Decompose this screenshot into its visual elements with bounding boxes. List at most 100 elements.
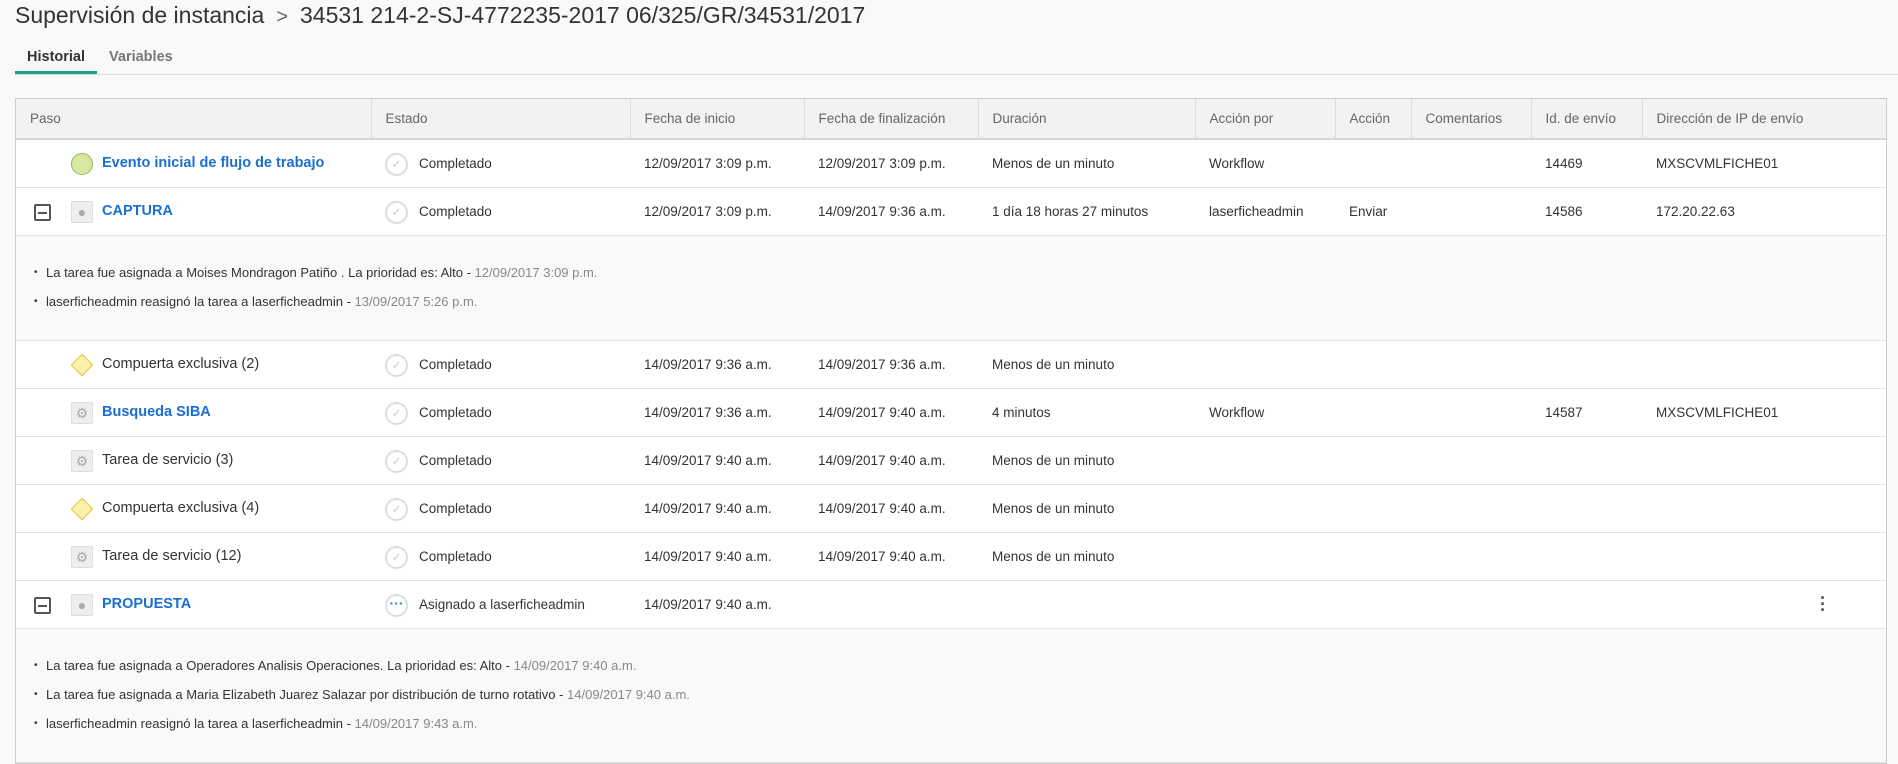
table-row: Evento inicial de flujo de trabajo ✓ Compl… xyxy=(16,139,1886,188)
column-header[interactable]: Fecha de finalización xyxy=(804,99,979,140)
detail-timestamp: 14/09/2017 9:40 a.m. xyxy=(567,686,690,702)
step-cell: ⚙ Busqueda SIBA xyxy=(16,388,371,437)
action-by-cell xyxy=(1195,436,1335,485)
start-date-cell: 14/09/2017 9:36 a.m. xyxy=(630,388,804,437)
service-task-icon: ⚙ xyxy=(71,401,93,424)
end-date-cell: 14/09/2017 9:36 a.m. xyxy=(804,340,978,389)
column-header[interactable]: Duración xyxy=(978,99,1196,140)
step-name[interactable]: PROPUESTA xyxy=(102,596,191,612)
check-circle-icon: ✓ xyxy=(385,353,408,377)
step-cell: ⚙ Tarea de servicio (12) xyxy=(16,532,371,581)
action-by-cell: Workflow xyxy=(1195,388,1335,437)
collapse-icon[interactable] xyxy=(34,596,51,614)
status-text: Completado xyxy=(419,500,492,516)
column-header[interactable]: Id. de envío xyxy=(1531,99,1643,140)
step-name[interactable]: Evento inicial de flujo de trabajo xyxy=(102,155,324,171)
detail-row: La tarea fue asignada a Operadores Anali… xyxy=(16,628,1886,763)
check-circle-icon: ✓ xyxy=(385,545,408,569)
submission-ip-cell xyxy=(1642,436,1886,485)
column-header[interactable]: Estado xyxy=(371,99,631,140)
submission-ip: 172.20.22.63 xyxy=(1656,203,1735,219)
action-cell xyxy=(1335,388,1411,437)
chevron-right-icon: > xyxy=(276,6,289,28)
tab-variables[interactable]: Variables xyxy=(97,46,185,74)
start-date: 12/09/2017 3:09 p.m. xyxy=(644,155,772,171)
table-row: ⚙ Tarea de servicio (12) ✓ Completado 14/09/… xyxy=(16,532,1886,581)
end-date: 14/09/2017 9:40 a.m. xyxy=(818,548,946,564)
check-circle-icon: ✓ xyxy=(385,497,408,521)
column-header[interactable]: Dirección de IP de envío xyxy=(1642,99,1886,140)
step-cell: Compuerta exclusiva (4) xyxy=(16,484,371,533)
step-cell: ● CAPTURA xyxy=(16,187,371,236)
duration: Menos de un minuto xyxy=(992,548,1115,564)
detail-text: La tarea fue asignada a Moises Mondragon… xyxy=(46,264,475,280)
duration-cell: 4 minutos xyxy=(978,388,1195,437)
comments-cell xyxy=(1411,139,1531,188)
action-by: Workflow xyxy=(1209,155,1265,171)
submission-id-cell: 14469 xyxy=(1531,139,1642,188)
duration-cell: Menos de un minuto xyxy=(978,436,1195,485)
end-date: 14/09/2017 9:40 a.m. xyxy=(818,500,946,516)
duration-cell: Menos de un minuto xyxy=(978,532,1195,581)
end-date-cell: 14/09/2017 9:40 a.m. xyxy=(804,532,978,581)
user-task-icon: ● xyxy=(71,593,93,616)
start-date-cell: 14/09/2017 9:40 a.m. xyxy=(630,436,804,485)
duration: Menos de un minuto xyxy=(992,356,1115,372)
start-date: 14/09/2017 9:40 a.m. xyxy=(644,500,772,516)
start-date-cell: 12/09/2017 3:09 p.m. xyxy=(630,139,804,188)
step-name[interactable]: CAPTURA xyxy=(102,203,173,219)
detail-timestamp: 13/09/2017 5:26 p.m. xyxy=(354,293,478,309)
duration: Menos de un minuto xyxy=(992,155,1115,171)
action-by: laserficheadmin xyxy=(1209,203,1304,219)
check-circle-icon: ✓ xyxy=(385,153,408,176)
title-text[interactable]: Supervisión de instancia xyxy=(15,2,264,28)
status-text: Completado xyxy=(419,356,492,372)
collapse-icon[interactable] xyxy=(34,203,51,221)
action-cell xyxy=(1335,340,1411,389)
step-cell: ⚙ Tarea de servicio (3) xyxy=(16,436,371,485)
table-row: ● CAPTURA ✓ Completado 12/09/2017 3:09 p.m. 1… xyxy=(16,187,1886,236)
status-cell: ✓ Completado xyxy=(371,532,630,581)
start-date-cell: 14/09/2017 9:40 a.m. xyxy=(630,484,804,533)
start-date: 14/09/2017 9:36 a.m. xyxy=(644,356,772,372)
column-header[interactable]: Comentarios xyxy=(1411,99,1532,140)
instance-name: 34531 214-2-SJ-4772235-2017 06/325/GR/34… xyxy=(300,2,866,28)
status-cell: ✓ Completado xyxy=(371,187,630,236)
duration: Menos de un minuto xyxy=(992,500,1115,516)
submission-id: 14587 xyxy=(1545,404,1583,420)
step-cell: Compuerta exclusiva (2) xyxy=(16,340,371,389)
submission-ip-cell xyxy=(1642,484,1886,533)
action-cell xyxy=(1335,436,1411,485)
comments-cell xyxy=(1411,436,1531,485)
history-table: Paso Estado Fecha de inicio Fecha de finali… xyxy=(15,98,1887,764)
duration: 4 minutos xyxy=(992,404,1051,420)
status-cell: ✓ Completado xyxy=(371,388,630,437)
column-header[interactable]: Fecha de inicio xyxy=(630,99,805,140)
detail-item: La tarea fue asignada a Moises Mondragon… xyxy=(34,258,1886,287)
duration-cell xyxy=(978,580,1195,629)
action-cell xyxy=(1335,484,1411,533)
step-name[interactable]: Busqueda SIBA xyxy=(102,404,211,420)
more-options-icon[interactable]: · · · xyxy=(1820,589,1826,619)
step-name: Compuerta exclusiva (2) xyxy=(102,355,260,372)
table-row: ⚙ Busqueda SIBA ✓ Completado 14/09/2017 9:36… xyxy=(16,388,1886,437)
comments-cell xyxy=(1411,388,1531,437)
table-row: Compuerta exclusiva (4) ✓ Completado 14/09/… xyxy=(16,484,1886,533)
column-header[interactable]: Acción por xyxy=(1195,99,1336,140)
step-name: Tarea de servicio (12) xyxy=(102,547,242,564)
start-date: 12/09/2017 3:09 p.m. xyxy=(644,203,772,219)
start-event-icon xyxy=(71,153,93,175)
column-header[interactable]: Paso xyxy=(16,99,372,140)
status-cell: ✓ Completado xyxy=(371,436,630,485)
column-header[interactable]: Acción xyxy=(1335,99,1412,140)
start-date-cell: 12/09/2017 3:09 p.m. xyxy=(630,187,804,236)
tab-historial[interactable]: Historial xyxy=(15,46,98,74)
check-circle-icon: ✓ xyxy=(385,200,408,224)
end-date: 12/09/2017 3:09 p.m. xyxy=(818,155,946,171)
action-cell xyxy=(1335,580,1411,629)
action-by-cell xyxy=(1195,580,1335,629)
table-row: ● PROPUESTA ··· Asignado a laserficheadmin 1… xyxy=(16,580,1886,629)
detail-row: La tarea fue asignada a Moises Mondragon… xyxy=(16,235,1886,341)
detail-text: La tarea fue asignada a Operadores Anali… xyxy=(46,657,514,673)
comments-cell xyxy=(1411,484,1531,533)
